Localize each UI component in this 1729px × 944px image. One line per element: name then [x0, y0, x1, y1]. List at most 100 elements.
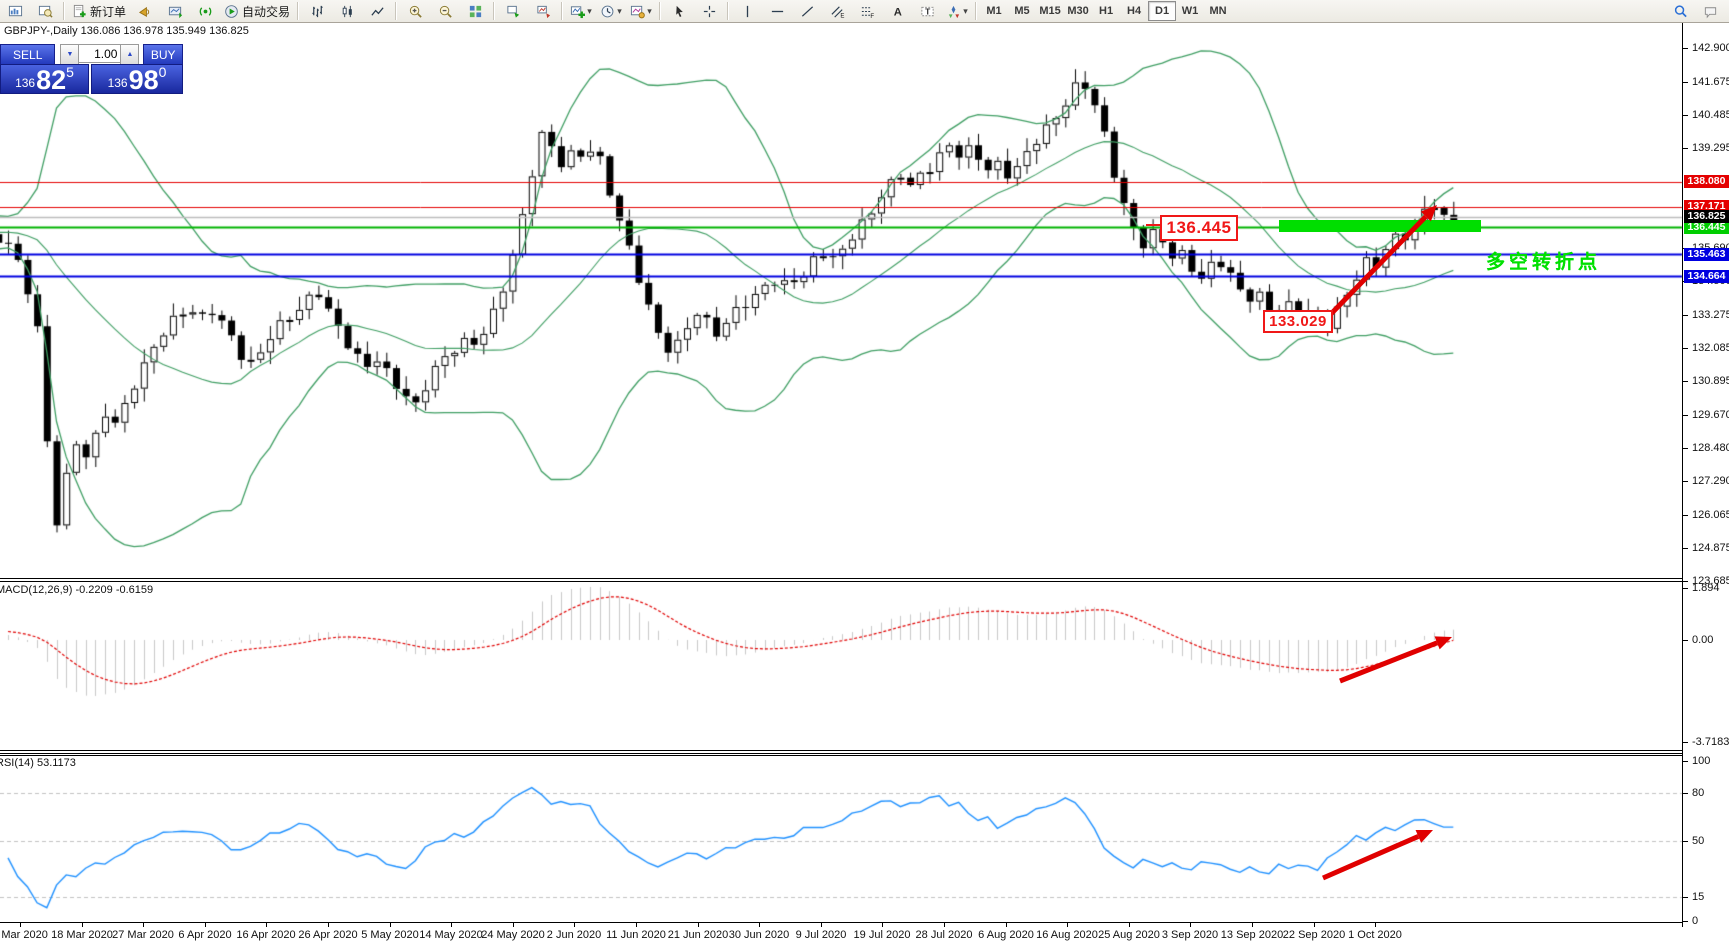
price-note-133029[interactable]: 133.029: [1263, 310, 1333, 333]
toolbar-separator: [659, 2, 661, 20]
new-order-icon: [72, 4, 87, 19]
new-order-button[interactable]: 新订单: [69, 0, 129, 22]
zoom-in-button[interactable]: [401, 0, 429, 22]
svg-text:A: A: [893, 6, 901, 18]
track-chart-button[interactable]: [529, 0, 557, 22]
line-chart-button[interactable]: [363, 0, 391, 22]
volume-increase-button[interactable]: ▲: [120, 44, 139, 65]
timeframe-h1-button[interactable]: H1: [1092, 1, 1120, 21]
date-axis-tick: [636, 922, 637, 927]
price-axis-tick: [1682, 415, 1688, 416]
volume-decrease-button[interactable]: ▼: [60, 44, 79, 65]
chart-canvas[interactable]: [0, 22, 1729, 944]
price-axis-tick-label: 130.895: [1692, 375, 1729, 387]
date-axis-tick: [1129, 922, 1130, 927]
price-axis-tick: [1682, 48, 1688, 49]
date-axis-label: 16 Apr 2020: [236, 929, 295, 941]
data-window-button[interactable]: [31, 0, 59, 22]
trendline-button[interactable]: [793, 0, 821, 22]
date-axis-tick: [513, 922, 514, 927]
text-label-button[interactable]: T: [913, 0, 941, 22]
timeframe-m1-button[interactable]: M1: [980, 1, 1008, 21]
chat-button[interactable]: [1696, 0, 1724, 22]
date-axis-label: 24 May 2020: [481, 929, 545, 941]
timeframe-h4-button[interactable]: H4: [1120, 1, 1148, 21]
timeframe-m5-button[interactable]: M5: [1008, 1, 1036, 21]
price-axis-tick: [1682, 548, 1688, 549]
date-axis-label: 22 Sep 2020: [1283, 929, 1345, 941]
ask-pips: 98: [129, 68, 159, 92]
shapes-button[interactable]: ▾: [943, 0, 971, 22]
signal-button[interactable]: [191, 0, 219, 22]
date-axis-tick: [882, 922, 883, 927]
text-label-icon: T: [920, 4, 935, 19]
zoom-out-button[interactable]: [431, 0, 459, 22]
timeframe-mn-button[interactable]: MN: [1204, 1, 1232, 21]
price-axis-tick-label: 128.480: [1692, 442, 1729, 454]
vline-icon: [740, 4, 755, 19]
price-axis-tick-label: 139.295: [1692, 142, 1729, 154]
candle-chart-button[interactable]: [333, 0, 361, 22]
sell-button[interactable]: SELL: [0, 44, 55, 65]
panel-divider: [0, 922, 1682, 923]
timeframe-m30-button[interactable]: M30: [1064, 1, 1092, 21]
price-axis-tick: [1682, 515, 1688, 516]
track-chart-icon: [536, 4, 551, 19]
timeframe-m15-button[interactable]: M15: [1036, 1, 1064, 21]
mt4-window: { "toolbar": { "groups": [ {"name":"wind…: [0, 0, 1729, 944]
toolbar-separator: [493, 2, 495, 20]
price-axis-tick-label: 126.065: [1692, 509, 1729, 521]
periods-button[interactable]: ▾: [597, 0, 625, 22]
timeframe-d1-button[interactable]: D1: [1148, 1, 1176, 21]
price-axis-tick: [1682, 82, 1688, 83]
price-axis-tick: [1682, 348, 1688, 349]
candle-chart-icon: [340, 4, 355, 19]
search-button[interactable]: [1666, 0, 1694, 22]
vline-button[interactable]: [733, 0, 761, 22]
horn-button[interactable]: [131, 0, 159, 22]
panel-divider: [0, 581, 1682, 582]
price-axis-tick-label: 132.085: [1692, 342, 1729, 354]
indicators-button[interactable]: ▾: [567, 0, 595, 22]
cursor-button[interactable]: [665, 0, 693, 22]
crosshair-icon: [702, 4, 717, 19]
date-axis-tick: [759, 922, 760, 927]
date-axis-tick: [1314, 922, 1315, 927]
dropdown-caret-icon: ▾: [647, 6, 652, 17]
ask-price[interactable]: 136 98 0: [91, 64, 183, 94]
rsi-axis-tick: [1682, 841, 1688, 842]
price-line-label: 134.664: [1684, 270, 1729, 283]
templates-button[interactable]: ▾: [627, 0, 655, 22]
svg-text:F: F: [870, 13, 874, 19]
support-zone-label: 多空转折点: [1486, 247, 1601, 274]
date-axis-label: 11 Jun 2020: [606, 929, 666, 941]
date-axis-label: 9 Jul 2020: [796, 929, 847, 941]
chart-publish-button[interactable]: [161, 0, 189, 22]
timeframe-w1-button[interactable]: W1: [1176, 1, 1204, 21]
date-axis-tick: [143, 922, 144, 927]
crosshair-button[interactable]: [695, 0, 723, 22]
text-icon: A: [890, 4, 905, 19]
autotrade-button[interactable]: 自动交易: [221, 0, 293, 22]
periods-icon: [600, 4, 615, 19]
fibonacci-button[interactable]: F: [853, 0, 881, 22]
channel-button[interactable]: E: [823, 0, 851, 22]
date-axis-tick: [1190, 922, 1191, 927]
cursor-icon: [672, 4, 687, 19]
date-axis-label: 27 Mar 2020: [112, 929, 174, 941]
chart-window-button[interactable]: [1, 0, 29, 22]
date-axis-label: 19 Jul 2020: [854, 929, 911, 941]
hline-button[interactable]: [763, 0, 791, 22]
auto-arrange-button[interactable]: [499, 0, 527, 22]
rsi-axis-tick-label: 100: [1692, 755, 1710, 767]
text-button[interactable]: A: [883, 0, 911, 22]
tile-windows-button[interactable]: [461, 0, 489, 22]
toolbar-separator: [297, 2, 299, 20]
data-window-icon: [38, 4, 53, 19]
buy-button[interactable]: BUY: [143, 44, 183, 65]
bid-price[interactable]: 136 82 5: [0, 64, 89, 94]
volume-input[interactable]: [79, 44, 120, 63]
bar-chart-button[interactable]: [303, 0, 331, 22]
price-note-136445[interactable]: 136.445: [1160, 215, 1238, 241]
ask-big-figure: 136: [108, 74, 128, 92]
